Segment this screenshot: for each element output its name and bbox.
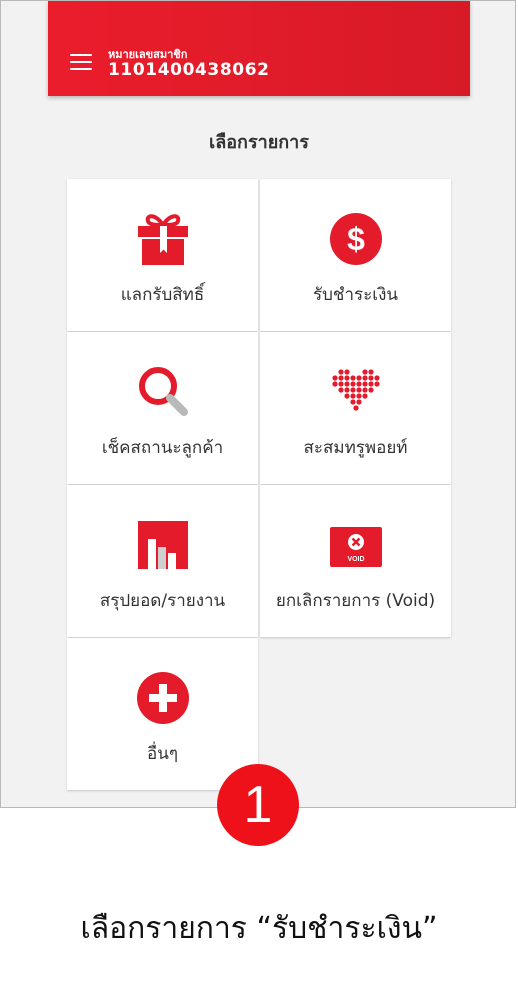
svg-text:VOID: VOID [347, 556, 364, 563]
menu-item-label: สะสมทรูพอยท์ [303, 438, 408, 458]
menu-item-check-status[interactable]: เช็คสถานะลูกค้า [67, 332, 258, 484]
menu-item-receive-payment[interactable]: $ รับชำระเงิน [260, 179, 451, 331]
menu-item-collect-points[interactable]: สะสมทรูพอยท์ [260, 332, 451, 484]
menu-item-others[interactable]: อื่นๆ [67, 638, 258, 790]
step-number-badge: 1 [217, 764, 299, 846]
member-number: 1101400438062 [108, 60, 270, 80]
plus-circle-icon [136, 672, 189, 724]
menu-item-label: อื่นๆ [147, 744, 178, 764]
menu-item-void[interactable]: VOID ยกเลิกรายการ (Void) [260, 485, 451, 637]
page-title: เลือกรายการ [209, 132, 309, 153]
magnifier-icon [138, 367, 188, 416]
bar-report-icon [137, 521, 188, 569]
phone-screen: หมายเลขสมาชิก 1101400438062 เลือกรายการ … [0, 0, 516, 808]
app-header: หมายเลขสมาชิก 1101400438062 [48, 1, 470, 96]
gift-icon [137, 214, 188, 265]
menu-item-label: เช็คสถานะลูกค้า [101, 438, 224, 458]
menu-item-label: รับชำระเงิน [313, 285, 398, 305]
dollar-coin-icon: $ [329, 213, 382, 265]
instruction-caption: เลือกรายการ “รับชำระเงิน” [80, 911, 438, 946]
menu-item-label: แลกรับสิทธิ์ [120, 285, 205, 305]
svg-text:$: $ [347, 221, 365, 257]
dotted-heart-icon [331, 369, 380, 411]
menu-item-label: สรุปยอด/รายงาน [99, 591, 226, 611]
menu-item-redeem[interactable]: แลกรับสิทธิ์ [67, 179, 258, 331]
menu-item-label: ยกเลิกรายการ (Void) [275, 591, 436, 611]
menu-item-summary-report[interactable]: สรุปยอด/รายงาน [67, 485, 258, 637]
void-ticket-icon: VOID [329, 527, 382, 567]
hamburger-menu-icon[interactable] [70, 54, 92, 70]
